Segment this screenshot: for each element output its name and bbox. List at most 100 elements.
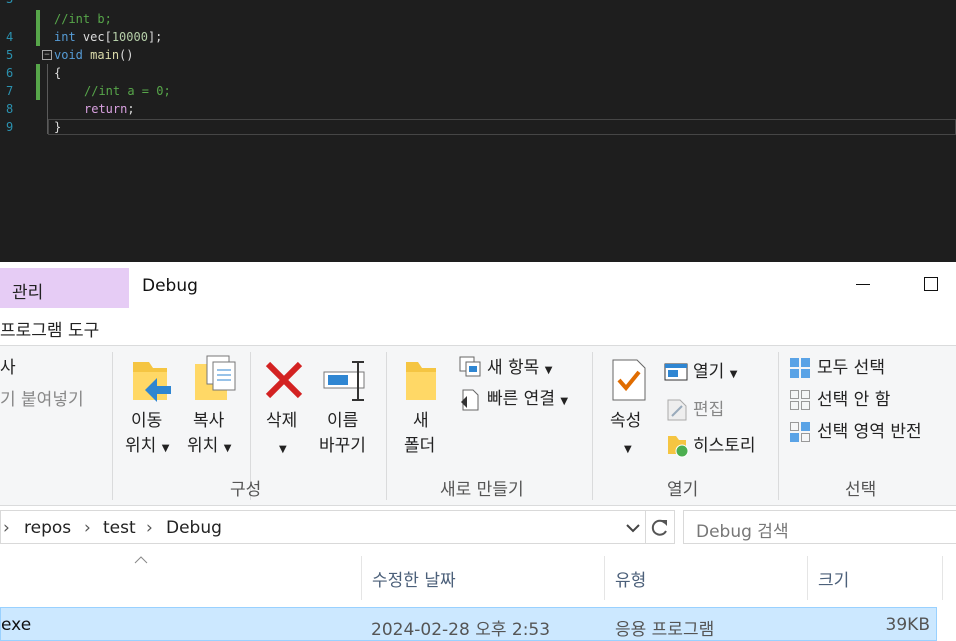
chevron-down-icon: ▼: [729, 369, 738, 380]
history-dropdown-icon[interactable]: [625, 522, 641, 534]
code-line[interactable]: 8 return;: [0, 100, 956, 118]
file-row[interactable]: exe 2024-02-28 오후 2:53 응용 프로그램 39KB: [0, 607, 937, 641]
edit-icon: [667, 399, 687, 421]
code-editor[interactable]: 3 3 //int b; 4 int vec[10000]; 5 − void …: [0, 0, 956, 262]
tab-label: 관리: [12, 283, 44, 303]
rename-icon: [323, 361, 365, 401]
chevron-down-icon: ▼: [223, 443, 232, 454]
button-label: 복사: [193, 411, 225, 431]
select-none-icon: [790, 390, 810, 410]
chevron-down-icon: ▼: [560, 396, 569, 407]
copy-path-button[interactable]: 사: [0, 357, 16, 379]
button-label: 폴더: [404, 436, 436, 456]
code-text: ];: [147, 30, 163, 44]
button-label: 편집: [693, 400, 725, 420]
code-line[interactable]: 6 {: [0, 64, 956, 82]
address-bar[interactable]: › repos › test › Debug: [0, 510, 675, 544]
column-header-size[interactable]: 크기: [808, 556, 942, 600]
column-header-date[interactable]: 수정한 날짜: [362, 556, 604, 600]
search-input[interactable]: Debug 검색: [683, 510, 956, 544]
change-marker: [36, 82, 40, 100]
group-divider: [592, 352, 593, 500]
line-number: 9: [6, 120, 14, 134]
move-to-icon: [133, 362, 171, 402]
keyword: return: [84, 102, 128, 116]
properties-icon: [612, 359, 646, 401]
chevron-down-icon: ▼: [279, 444, 287, 455]
header-label: 유형: [615, 571, 647, 591]
breadcrumb-debug[interactable]: Debug: [166, 517, 222, 539]
code-text: ;: [127, 102, 135, 116]
group-divider: [112, 352, 113, 500]
window-title: Debug: [142, 276, 198, 296]
code-line[interactable]: 7 //int a = 0;: [0, 82, 956, 100]
chevron-right-icon[interactable]: ›: [146, 517, 153, 539]
chevron-down-icon: ▼: [161, 443, 170, 454]
sort-up-icon: [134, 556, 148, 564]
keyword: void: [54, 48, 83, 62]
file-date: 2024-02-28 오후 2:53: [371, 620, 551, 640]
minimize-button[interactable]: [856, 284, 870, 285]
number-literal: 10000: [111, 30, 148, 44]
button-label: 히스토리: [693, 436, 756, 456]
button-label: 위치: [125, 436, 157, 456]
line-number: 8: [6, 102, 14, 116]
tab-label: 프로그램 도구: [0, 321, 100, 341]
code-line[interactable]: 3 //int b;: [0, 10, 956, 28]
column-header-type[interactable]: 유형: [605, 556, 807, 600]
line-number: 3: [6, 0, 20, 6]
open-icon: [664, 363, 688, 381]
button-label: 열기: [693, 362, 725, 382]
header-label: 수정한 날짜: [372, 571, 456, 591]
button-label: 새: [413, 411, 429, 431]
copy-to-icon: [195, 355, 236, 400]
group-divider: [778, 352, 779, 500]
tab-app-tools[interactable]: 프로그램 도구: [0, 308, 129, 345]
maximize-button[interactable]: [924, 277, 938, 291]
divider: [645, 511, 646, 543]
button-label: 이름: [327, 411, 359, 431]
comment: //int a = 0;: [84, 84, 171, 98]
button-label: 모두 선택: [817, 358, 885, 378]
group-label-organize: 구성: [230, 480, 262, 500]
code-line[interactable]: 9 }: [0, 118, 956, 136]
change-marker: [36, 64, 40, 82]
code-line[interactable]: 3: [0, 0, 956, 10]
chevron-right-icon: ›: [3, 518, 10, 538]
easy-access-icon: [461, 389, 479, 411]
button-label: 선택 영역 반전: [817, 422, 922, 442]
column-divider[interactable]: [942, 556, 943, 600]
button-label: 새 항목: [487, 358, 540, 378]
chevron-down-icon: ▼: [544, 365, 553, 376]
history-icon: [668, 436, 689, 458]
code-text: {: [54, 66, 62, 80]
button-label: 속성: [610, 411, 642, 431]
chevron-right-icon[interactable]: ›: [84, 517, 91, 539]
new-folder-icon: [406, 362, 436, 400]
change-marker: [36, 28, 40, 46]
code-text: (): [119, 48, 134, 62]
breadcrumb-test[interactable]: test: [103, 517, 136, 539]
breadcrumb-repos[interactable]: repos: [24, 517, 71, 539]
group-label-select: 선택: [845, 480, 877, 500]
change-marker: [36, 10, 40, 28]
line-number: 5: [6, 48, 14, 62]
collapse-icon[interactable]: −: [42, 50, 52, 60]
line-number: 6: [6, 66, 14, 80]
paste-shortcut-button[interactable]: 기 붙여넣기: [0, 389, 84, 411]
line-number: 4: [6, 30, 14, 44]
code-line[interactable]: 5 − void main(): [0, 46, 956, 64]
tab-manage[interactable]: 관리: [0, 268, 129, 308]
group-label-open: 열기: [667, 480, 699, 500]
invert-selection-icon: [790, 422, 810, 442]
button-label: 선택 안 함: [817, 390, 891, 410]
delete-x-icon: [265, 361, 303, 399]
comment: //int b;: [54, 12, 112, 26]
button-label: 위치: [187, 436, 219, 456]
file-type: 응용 프로그램: [615, 620, 715, 640]
line-number: 7: [6, 84, 14, 98]
code-line[interactable]: 4 int vec[10000];: [0, 28, 956, 46]
button-label: 빠른 연결: [487, 389, 555, 409]
refresh-icon[interactable]: [650, 518, 670, 538]
code-text: }: [54, 120, 62, 134]
